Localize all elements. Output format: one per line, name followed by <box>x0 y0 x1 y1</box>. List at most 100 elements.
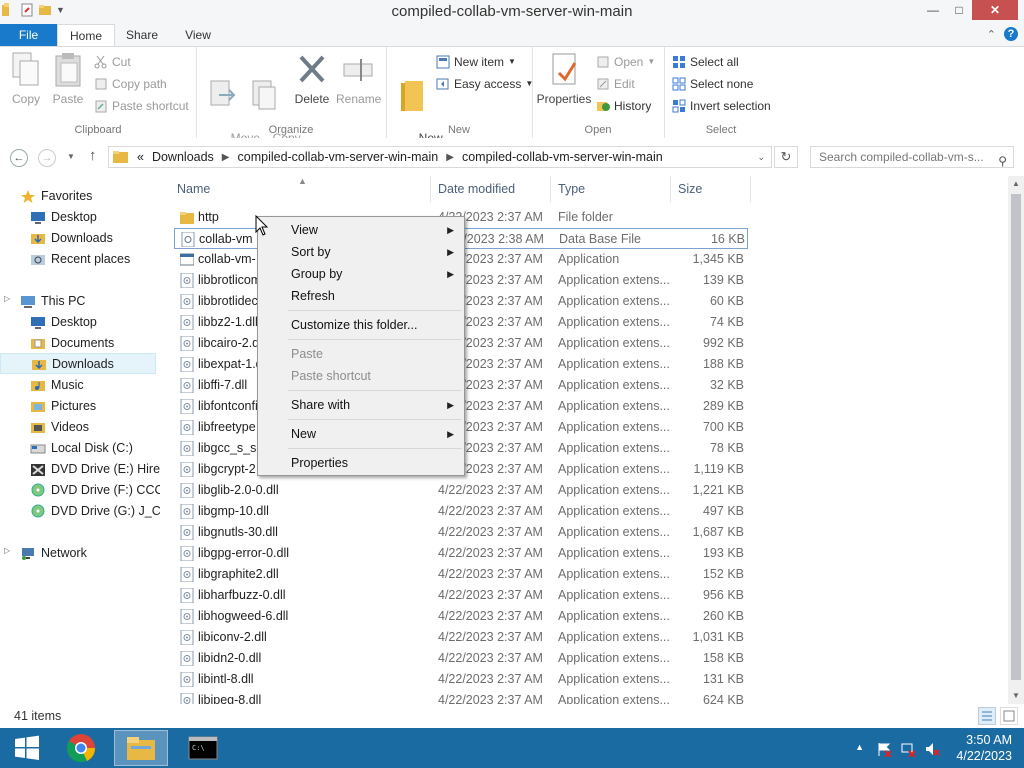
context-menu-paste-shortcut[interactable]: Paste shortcut <box>260 365 462 387</box>
context-menu-view[interactable]: View ▶ <box>260 219 462 241</box>
column-header-type[interactable]: Type <box>558 182 585 196</box>
minimize-button[interactable]: — <box>920 0 946 20</box>
file-row[interactable]: libiconv-2.dll 4/22/2023 2:37 AM Applicati… <box>174 627 748 648</box>
breadcrumb-separator-icon[interactable]: ▶ <box>222 152 230 163</box>
open-button[interactable]: Open ▼ <box>596 53 655 71</box>
details-view-button[interactable] <box>978 707 996 725</box>
nav-network[interactable]: Network <box>0 542 176 563</box>
invert-selection-button[interactable]: Invert selection <box>672 97 771 115</box>
paste-shortcut-button[interactable]: Paste shortcut <box>94 97 189 115</box>
scroll-up-arrow-icon[interactable]: ▲ <box>1008 176 1024 192</box>
nav-favorites-downloads[interactable]: Downloads <box>0 227 186 248</box>
nav-this-pc-videos[interactable]: Videos <box>0 416 186 437</box>
network-disconnected-icon[interactable] <box>900 741 916 757</box>
cut-button[interactable]: Cut <box>94 53 131 71</box>
nav-this-pc-desktop[interactable]: Desktop <box>0 311 186 332</box>
context-menu-paste[interactable]: Paste <box>260 343 462 365</box>
column-header-date-modified[interactable]: Date modified <box>438 182 515 196</box>
tab-view[interactable]: View <box>175 24 221 46</box>
tab-file[interactable]: File <box>0 24 57 46</box>
nav-this-pc-dvd-drive-e-hiren[interactable]: DVD Drive (E:) Hiren <box>0 458 186 479</box>
tab-home[interactable]: Home <box>57 24 115 47</box>
breadcrumb-current-folder[interactable]: compiled-collab-vm-server-win-main <box>462 150 663 164</box>
search-input[interactable]: Search compiled-collab-vm-s... ⚲ <box>810 146 1014 168</box>
column-header-name[interactable]: Name <box>177 182 210 196</box>
up-arrow-icon[interactable]: ↑ <box>89 147 97 164</box>
nav-favorites[interactable]: Favorites <box>0 185 176 206</box>
column-divider[interactable] <box>670 176 671 202</box>
vertical-scrollbar[interactable]: ▲ ▼ <box>1008 176 1024 704</box>
help-icon[interactable]: ? <box>1004 27 1018 41</box>
file-row[interactable]: libjpeg-8.dll 4/22/2023 2:37 AM Applicatio… <box>174 690 748 704</box>
nav-favorites-recent-places[interactable]: Recent places <box>0 248 186 269</box>
context-menu-share-with[interactable]: Share with ▶ <box>260 394 462 416</box>
address-bar[interactable]: « Downloads ▶ compiled-collab-vm-server-… <box>108 146 772 168</box>
breadcrumb-downloads[interactable]: Downloads <box>152 150 214 164</box>
column-header-size[interactable]: Size <box>678 182 702 196</box>
nav-this-pc[interactable]: This PC <box>0 290 176 311</box>
file-row[interactable]: libharfbuzz-0.dll 4/22/2023 2:37 AM Applic… <box>174 585 748 606</box>
edit-button[interactable]: Edit <box>596 75 635 93</box>
file-row[interactable]: libgpg-error-0.dll 4/22/2023 2:37 AM Appli… <box>174 543 748 564</box>
large-icons-view-button[interactable] <box>1000 707 1018 725</box>
taskbar-chrome[interactable] <box>54 730 108 766</box>
file-row[interactable]: libhogweed-6.dll 4/22/2023 2:37 AM Applica… <box>174 606 748 627</box>
rename-button[interactable]: Rename <box>336 51 381 106</box>
context-menu-new[interactable]: New ▶ <box>260 423 462 445</box>
volume-muted-icon[interactable] <box>924 741 940 757</box>
action-center-flag-icon[interactable] <box>876 741 892 757</box>
refresh-button[interactable]: ↻ <box>774 146 798 168</box>
nav-this-pc-documents[interactable]: Documents <box>0 332 186 353</box>
easy-access-button[interactable]: Easy access ▼ <box>436 75 533 93</box>
forward-button[interactable]: → <box>38 149 56 167</box>
minimize-ribbon-chevron-icon[interactable]: ⌃ <box>987 28 996 41</box>
context-menu-refresh[interactable]: Refresh <box>260 285 462 307</box>
file-row[interactable]: libintl-8.dll 4/22/2023 2:37 AM Applicatio… <box>174 669 748 690</box>
breadcrumb-separator-icon[interactable]: ▶ <box>446 152 454 163</box>
column-divider[interactable] <box>550 176 551 202</box>
start-button[interactable] <box>0 730 54 766</box>
nav-this-pc-downloads[interactable]: Downloads <box>0 353 156 374</box>
tab-share[interactable]: Share <box>117 24 167 46</box>
scrollbar-thumb[interactable] <box>1011 194 1021 680</box>
file-row[interactable]: libgmp-10.dll 4/22/2023 2:37 AM Applicatio… <box>174 501 748 522</box>
file-row[interactable]: libgraphite2.dll 4/22/2023 2:37 AM Applica… <box>174 564 748 585</box>
taskbar-command-prompt[interactable]: C:\ <box>176 730 230 766</box>
context-menu: View ▶ Sort by ▶ Group by ▶ Refresh Customize t… <box>257 216 465 476</box>
breadcrumb-overflow[interactable]: « <box>137 150 144 164</box>
copy-button[interactable]: Copy <box>8 51 44 106</box>
nav-this-pc-dvd-drive-f-cccc[interactable]: DVD Drive (F:) CCCC <box>0 479 186 500</box>
new-item-button[interactable]: New item ▼ <box>436 53 516 71</box>
properties-button[interactable]: Properties <box>536 51 592 106</box>
file-row[interactable]: libidn2-0.dll 4/22/2023 2:37 AM Applicatio… <box>174 648 748 669</box>
taskbar-file-explorer[interactable] <box>114 730 168 766</box>
delete-button[interactable]: Delete <box>292 51 332 106</box>
nav-this-pc-local-disk-c[interactable]: Local Disk (C:) <box>0 437 186 458</box>
select-all-button[interactable]: Select all <box>672 53 739 71</box>
back-button[interactable]: ← <box>10 149 28 167</box>
nav-favorites-desktop[interactable]: Desktop <box>0 206 186 227</box>
file-row[interactable]: libgnutls-30.dll 4/22/2023 2:37 AM Applica… <box>174 522 748 543</box>
breadcrumb-parent-folder[interactable]: compiled-collab-vm-server-win-main <box>238 150 439 164</box>
recent-locations-dropdown-icon[interactable]: ▼ <box>67 152 75 161</box>
show-hidden-icons-icon[interactable]: ▲ <box>855 742 864 752</box>
column-divider[interactable] <box>430 176 431 202</box>
context-menu-group-by[interactable]: Group by ▶ <box>260 263 462 285</box>
maximize-button[interactable]: □ <box>946 0 972 20</box>
file-row[interactable]: libglib-2.0-0.dll 4/22/2023 2:37 AM Applic… <box>174 480 748 501</box>
nav-this-pc-music[interactable]: Music <box>0 374 186 395</box>
nav-this-pc-pictures[interactable]: Pictures <box>0 395 186 416</box>
nav-this-pc-dvd-drive-g-j-cen[interactable]: DVD Drive (G:) J_CEN <box>0 500 186 521</box>
scroll-down-arrow-icon[interactable]: ▼ <box>1008 688 1024 704</box>
close-button[interactable]: ✕ <box>972 0 1018 20</box>
select-none-button[interactable]: Select none <box>672 75 753 93</box>
history-button[interactable]: History <box>596 97 651 115</box>
column-divider[interactable] <box>750 176 751 202</box>
context-menu-customize-this-folder[interactable]: Customize this folder... <box>260 314 462 336</box>
taskbar-clock[interactable]: 3:50 AM 4/22/2023 <box>956 732 1012 764</box>
context-menu-sort-by[interactable]: Sort by ▶ <box>260 241 462 263</box>
paste-button[interactable]: Paste <box>50 51 86 106</box>
address-history-dropdown-icon[interactable]: ⌄ <box>757 152 765 163</box>
copy-path-button[interactable]: Copy path <box>94 75 167 93</box>
context-menu-properties[interactable]: Properties <box>260 452 462 474</box>
